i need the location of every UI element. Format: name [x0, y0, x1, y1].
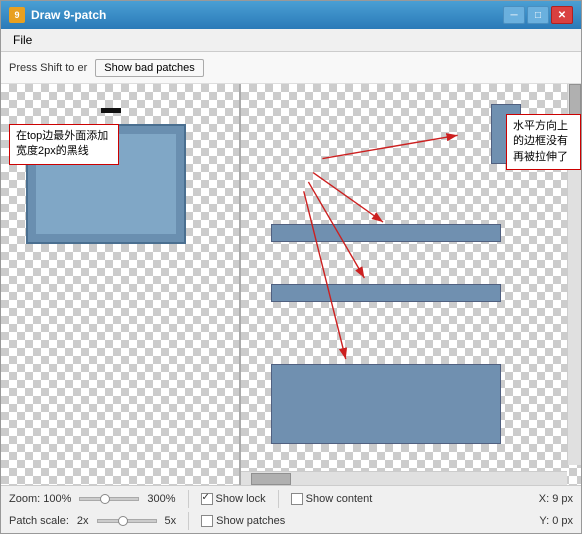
show-lock-group: Show lock — [201, 493, 266, 505]
black-marker — [101, 108, 121, 113]
hint-text: Press Shift to er — [9, 62, 87, 74]
divider-1 — [188, 490, 189, 508]
zoom-max-label: 300% — [147, 493, 175, 505]
file-menu[interactable]: File — [7, 31, 38, 49]
horizontal-scrollbar-thumb[interactable] — [251, 473, 291, 485]
zoom-label: Zoom: 100% — [9, 493, 71, 505]
patch-scale-max: 5x — [165, 515, 177, 527]
show-content-group: Show content — [291, 493, 373, 505]
patch-scale-min: 2x — [77, 515, 89, 527]
patch-scale-slider[interactable] — [97, 519, 157, 523]
patch-scale-thumb[interactable] — [118, 516, 128, 526]
show-patches-label: Show patches — [216, 515, 285, 527]
close-button[interactable]: ✕ — [551, 6, 573, 24]
zoom-slider[interactable] — [79, 497, 139, 501]
status-row-2: Patch scale: 2x 5x Show patches Y: 0 px — [9, 510, 573, 532]
right-panel: 水平方向上的边框没有再被拉伸了 — [241, 84, 581, 485]
show-lock-label: Show lock — [216, 493, 266, 505]
app-icon: 9 — [9, 7, 25, 23]
show-patches-group: Show patches — [201, 515, 285, 527]
patch-scale-label: Patch scale: — [9, 515, 69, 527]
main-window: 9 Draw 9-patch ─ □ ✕ File Press Shift to… — [0, 0, 582, 534]
window-controls: ─ □ ✕ — [503, 6, 573, 24]
minimize-button[interactable]: ─ — [503, 6, 525, 24]
y-coordinate: Y: 0 px — [539, 515, 573, 527]
bad-patches-button[interactable]: Show bad patches — [95, 59, 204, 77]
x-coordinate: X: 9 px — [539, 493, 573, 505]
restore-button[interactable]: □ — [527, 6, 549, 24]
status-row-1: Zoom: 100% 300% Show lock Show content X… — [9, 488, 573, 510]
toolbar: Press Shift to er Show bad patches — [1, 52, 581, 84]
horizontal-scrollbar[interactable] — [241, 471, 567, 485]
show-patches-checkbox[interactable] — [201, 515, 213, 527]
zoom-slider-thumb[interactable] — [100, 494, 110, 504]
status-bar: Zoom: 100% 300% Show lock Show content X… — [1, 485, 581, 533]
menu-bar: File — [1, 29, 581, 52]
stretch-element-horizontal-2 — [271, 284, 501, 302]
stretch-element-large — [271, 364, 501, 444]
divider-2 — [278, 490, 279, 508]
show-content-checkbox[interactable] — [291, 493, 303, 505]
left-panel: 在top边最外面添加宽度2px的黑线 — [1, 84, 241, 485]
title-bar: 9 Draw 9-patch ─ □ ✕ — [1, 1, 581, 29]
window-title: Draw 9-patch — [31, 8, 503, 22]
left-tooltip: 在top边最外面添加宽度2px的黑线 — [9, 124, 119, 165]
divider-3 — [188, 512, 189, 530]
stretch-element-horizontal-1 — [271, 224, 501, 242]
main-area: 在top边最外面添加宽度2px的黑线 水平方向上的边框没有再被拉伸了 — [1, 84, 581, 485]
show-content-label: Show content — [306, 493, 373, 505]
show-lock-checkbox[interactable] — [201, 493, 213, 505]
right-tooltip: 水平方向上的边框没有再被拉伸了 — [506, 114, 581, 170]
